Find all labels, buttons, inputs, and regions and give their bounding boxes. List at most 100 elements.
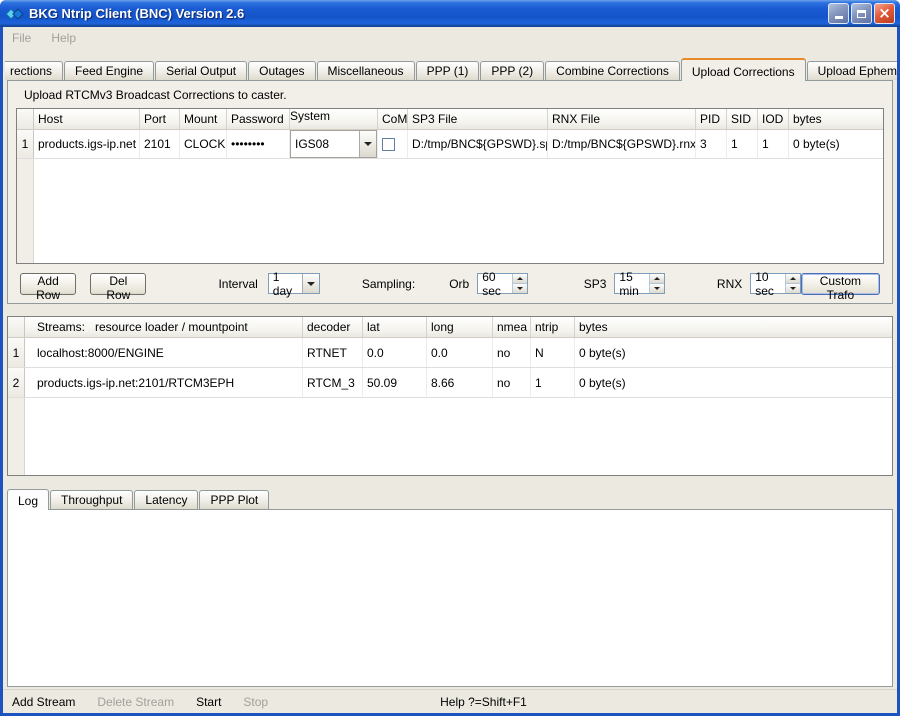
stop-button[interactable]: Stop: [243, 695, 268, 709]
log-output-area[interactable]: [7, 509, 893, 687]
lat-cell: 0.0: [363, 338, 427, 367]
mountpoint-cell: localhost:8000/ENGINE: [25, 338, 303, 367]
arrow-down-icon: [790, 287, 796, 290]
spinner-buttons: [649, 274, 664, 293]
tab-broadcast-corrections[interactable]: rections: [5, 61, 63, 80]
interval-combobox[interactable]: 1 day: [268, 273, 320, 294]
streams-table: Streams: resource loader / mountpoint de…: [7, 316, 893, 476]
menu-help[interactable]: Help: [51, 31, 76, 45]
minimize-icon: [835, 16, 843, 19]
tab-ppp-1[interactable]: PPP (1): [416, 61, 480, 80]
tab-feed-engine[interactable]: Feed Engine: [64, 61, 154, 80]
spin-down-button[interactable]: [650, 284, 664, 293]
col-header-long: long: [427, 317, 493, 337]
bytes-cell: 0 byte(s): [789, 130, 883, 158]
tab-throughput[interactable]: Throughput: [50, 490, 133, 509]
row-header-strip: [17, 159, 34, 263]
corner-header-cell: [8, 317, 25, 337]
upload-table-header: Host Port Mount Password System CoM SP3 …: [17, 109, 883, 130]
iod-cell[interactable]: 1: [758, 130, 789, 158]
app-body: File Help rections Feed Engine Serial Ou…: [3, 27, 897, 713]
sp3-sampling-spinbox[interactable]: 15 min: [614, 273, 665, 294]
password-cell[interactable]: ••••••••: [227, 130, 290, 158]
arrow-up-icon: [517, 277, 523, 280]
mount-cell[interactable]: CLOCK: [180, 130, 227, 158]
orb-spinbox-value: 60 sec: [482, 270, 512, 298]
upload-corrections-pane: Upload RTCMv3 Broadcast Corrections to c…: [7, 80, 893, 304]
sp3-file-cell[interactable]: D:/tmp/BNC${GPSWD}.sp3: [408, 130, 548, 158]
tab-combine-corrections[interactable]: Combine Corrections: [545, 61, 680, 80]
col-header-decoder: decoder: [303, 317, 363, 337]
col-header-host: Host: [34, 109, 140, 129]
interval-label: Interval: [218, 277, 257, 291]
chevron-down-icon: [307, 282, 315, 286]
titlebar[interactable]: BKG Ntrip Client (BNC) Version 2.6 ×: [0, 0, 900, 27]
nmea-cell: no: [493, 368, 531, 397]
col-header-ntrip: ntrip: [531, 317, 575, 337]
start-button[interactable]: Start: [196, 695, 221, 709]
combo-dropdown-button[interactable]: [359, 131, 376, 157]
spin-down-button[interactable]: [513, 284, 527, 293]
col-header-mountpoint: Streams: resource loader / mountpoint: [25, 317, 303, 337]
sid-cell[interactable]: 1: [727, 130, 758, 158]
com-checkbox[interactable]: [382, 138, 395, 151]
orb-sampling-spinbox[interactable]: 60 sec: [477, 273, 528, 294]
lat-cell: 50.09: [363, 368, 427, 397]
rnx-sampling-spinbox[interactable]: 10 sec: [750, 273, 801, 294]
tab-ppp-plot[interactable]: PPP Plot: [199, 490, 269, 509]
spin-up-button[interactable]: [513, 274, 527, 284]
col-header-com: CoM: [378, 109, 408, 129]
sp3-spinbox-value: 15 min: [619, 270, 649, 298]
pane-description: Upload RTCMv3 Broadcast Corrections to c…: [24, 88, 884, 102]
host-cell[interactable]: products.igs-ip.net: [34, 130, 140, 158]
sp3-label: SP3: [584, 277, 607, 291]
row-number: 1: [8, 338, 25, 367]
system-combobox[interactable]: IGS08: [290, 130, 377, 158]
add-stream-button[interactable]: Add Stream: [12, 695, 75, 709]
pid-cell[interactable]: 3: [696, 130, 727, 158]
tab-latency[interactable]: Latency: [134, 490, 198, 509]
long-cell: 0.0: [427, 338, 493, 367]
maximize-button[interactable]: [851, 3, 872, 24]
row-number: 2: [8, 368, 25, 397]
tab-outages[interactable]: Outages: [248, 61, 315, 80]
row-header-strip: [8, 398, 25, 475]
del-row-button[interactable]: Del Row: [90, 273, 146, 295]
spin-up-button[interactable]: [650, 274, 664, 284]
upload-table: Host Port Mount Password System CoM SP3 …: [16, 108, 884, 264]
combo-dropdown-button[interactable]: [302, 274, 319, 293]
upload-controls-row: Add Row Del Row Interval 1 day Sampling:…: [16, 272, 884, 295]
tab-ppp-2[interactable]: PPP (2): [480, 61, 544, 80]
delete-stream-button[interactable]: Delete Stream: [97, 695, 174, 709]
close-icon: ×: [878, 6, 891, 21]
minimize-button[interactable]: [828, 3, 849, 24]
tab-miscellaneous[interactable]: Miscellaneous: [317, 61, 415, 80]
close-button[interactable]: ×: [874, 3, 895, 24]
stream-row[interactable]: 1 localhost:8000/ENGINE RTNET 0.0 0.0 no…: [8, 338, 892, 368]
rnx-file-cell[interactable]: D:/tmp/BNC${GPSWD}.rnx: [548, 130, 696, 158]
arrow-down-icon: [517, 287, 523, 290]
bnc-app-icon: [6, 6, 24, 22]
window-title: BKG Ntrip Client (BNC) Version 2.6: [29, 6, 826, 21]
tab-upload-corrections[interactable]: Upload Corrections: [681, 58, 806, 81]
corner-header-cell: [17, 109, 34, 129]
add-row-button[interactable]: Add Row: [20, 273, 76, 295]
tab-log[interactable]: Log: [7, 489, 49, 510]
statusbar: Add Stream Delete Stream Start Stop Help…: [3, 689, 897, 713]
col-header-port: Port: [140, 109, 180, 129]
col-header-sp3-file: SP3 File: [408, 109, 548, 129]
custom-trafo-button[interactable]: Custom Trafo: [801, 273, 880, 295]
port-cell[interactable]: 2101: [140, 130, 180, 158]
bytes-cell: 0 byte(s): [575, 368, 892, 397]
tab-upload-ephemeris[interactable]: Upload Ephemeris: [807, 61, 897, 80]
stream-row[interactable]: 2 products.igs-ip.net:2101/RTCM3EPH RTCM…: [8, 368, 892, 398]
orb-label: Orb: [449, 277, 469, 291]
col-header-mount: Mount: [180, 109, 227, 129]
spin-up-button[interactable]: [786, 274, 800, 284]
menu-file[interactable]: File: [12, 31, 31, 45]
col-header-nmea: nmea: [493, 317, 531, 337]
upload-table-row: 1 products.igs-ip.net 2101 CLOCK •••••••…: [17, 130, 883, 159]
col-header-bytes: bytes: [789, 109, 883, 129]
spin-down-button[interactable]: [786, 284, 800, 293]
tab-serial-output[interactable]: Serial Output: [155, 61, 247, 80]
